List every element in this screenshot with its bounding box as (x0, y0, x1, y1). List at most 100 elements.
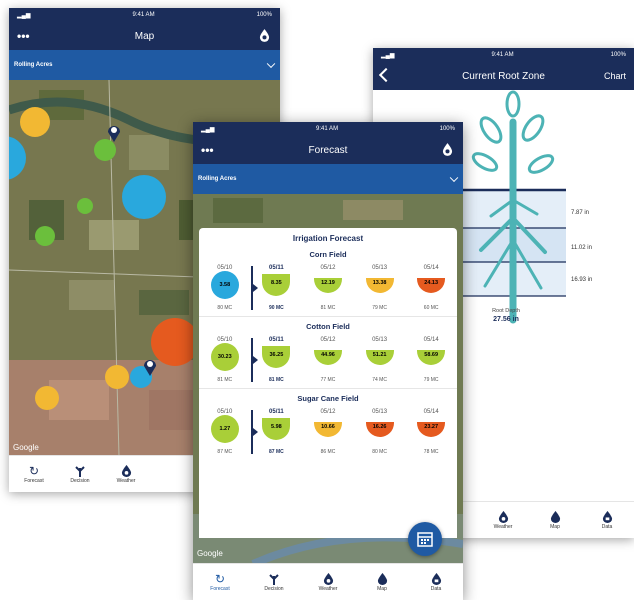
moisture-row: 87 MC 87 MC 86 MC 80 MC 78 MC (199, 449, 457, 455)
drop-logo-icon[interactable] (442, 143, 453, 156)
field-name: Cotton Field (306, 322, 350, 331)
forecast-date: 05/11 (269, 409, 284, 415)
field-circle (105, 365, 129, 389)
depletion-value[interactable]: 51.21 (365, 349, 394, 365)
depth-label-1: 7.87 in (571, 210, 590, 216)
farm-selector[interactable]: Rolling Acres (193, 164, 463, 194)
farm-name: Rolling Acres (198, 176, 237, 182)
depletion-value[interactable]: 3.58 (210, 271, 239, 299)
calendar-icon (417, 532, 433, 547)
root-depth-label: Root Depth (492, 308, 520, 314)
depletion-cell: 24.13 (405, 277, 457, 293)
signal-icon: ▂▄▆ (381, 52, 395, 59)
page-title: Map (134, 30, 155, 42)
tab-decision[interactable]: Decision (57, 465, 103, 484)
forecast-date: 05/12 (320, 409, 336, 415)
status-bar: ▂▄▆ 9:41 AM 100% (373, 48, 634, 62)
depletion-value[interactable]: 23.27 (417, 421, 446, 437)
field-circle (20, 107, 50, 137)
field-circle (94, 139, 116, 161)
depletion-value[interactable]: 8.35 (262, 274, 291, 296)
status-time: 9:41 AM (316, 126, 339, 132)
depth-label-2: 11.02 in (571, 245, 592, 251)
depletion-cell: 36.25 (250, 338, 303, 382)
depletion-value[interactable]: 5.98 (262, 418, 291, 440)
forecast-date: 05/13 (372, 337, 388, 343)
depletion-cell: 5.98 (250, 410, 303, 454)
depletion-value[interactable]: 44.96 (313, 349, 342, 365)
today-arrow-icon (252, 284, 258, 292)
more-icon[interactable]: ••• (201, 143, 214, 157)
moisture-value: 77 MC (320, 377, 336, 383)
google-attribution: Google (197, 549, 223, 558)
depletion-value[interactable]: 10.66 (313, 421, 342, 437)
farm-selector[interactable]: Rolling Acres (9, 50, 280, 80)
today-arrow-icon (252, 428, 258, 436)
forecast-date: 05/14 (423, 265, 439, 271)
moisture-value: 86 MC (320, 449, 336, 455)
calendar-fab[interactable] (408, 522, 442, 556)
depletion-cell: 13.38 (354, 277, 406, 293)
field-card[interactable]: Sugar Cane Field 05/10 05/11 05/12 05/13 05/1… (199, 392, 457, 457)
tab-weather[interactable]: Weather (480, 511, 526, 530)
depletion-value[interactable]: 1.27 (210, 415, 239, 443)
tab-bar: ↻ Forecast Decision Weather Map Data (193, 563, 463, 600)
status-bar: ▂▄▆ 9:41 AM 100% (193, 122, 463, 136)
tab-data[interactable]: Data (413, 573, 459, 592)
page-title: Current Root Zone (462, 70, 545, 82)
moisture-value: 87 MC (217, 449, 233, 455)
refresh-icon: ↻ (28, 464, 40, 478)
map-pin-icon[interactable] (143, 358, 157, 376)
depletion-value[interactable]: 24.13 (417, 277, 446, 293)
tab-weather[interactable]: Weather (305, 573, 351, 592)
depletion-cell: 12.19 (302, 277, 354, 293)
depletion-cell: 58.69 (405, 349, 457, 365)
depletion-value[interactable]: 12.19 (313, 277, 342, 293)
root-depth-value: 27.56 in (493, 316, 519, 323)
tab-map[interactable]: Map (359, 573, 405, 592)
depletion-row: 3.58 8.35 12.19 13.38 24.13 (199, 266, 457, 310)
back-icon[interactable] (378, 67, 394, 83)
depletion-value[interactable]: 36.25 (262, 346, 291, 368)
field-card[interactable]: Corn Field 05/10 05/11 05/12 05/13 05/14 3.58 8… (199, 248, 457, 313)
more-icon[interactable]: ••• (17, 29, 30, 43)
forecast-date: 05/12 (320, 337, 336, 343)
tab-forecast[interactable]: ↻ Forecast (197, 572, 243, 592)
field-card[interactable]: Cotton Field 05/10 05/11 05/12 05/13 05/14 30.… (199, 320, 457, 385)
tab-map[interactable]: Map (532, 511, 578, 530)
field-name: Sugar Cane Field (297, 394, 359, 403)
depletion-cell: 30.23 (199, 343, 251, 371)
weather-drop-icon (121, 465, 131, 477)
weather-drop-icon (498, 511, 508, 523)
field-circle (151, 318, 199, 366)
moisture-value: 80 MC (217, 305, 233, 311)
status-battery: 100% (439, 126, 455, 132)
moisture-value: 80 MC (372, 449, 387, 455)
depletion-value[interactable]: 30.23 (210, 343, 239, 371)
tab-weather[interactable]: Weather (103, 465, 149, 484)
tab-forecast[interactable]: ↻ Forecast (11, 464, 57, 484)
tab-decision[interactable]: Decision (251, 573, 297, 592)
sprinkler-icon (75, 466, 85, 477)
card-divider (199, 316, 457, 317)
tab-data[interactable]: Data (584, 511, 630, 530)
field-circle (35, 386, 59, 410)
depletion-value[interactable]: 58.69 (417, 349, 446, 365)
weather-drop-icon (323, 573, 333, 585)
depletion-cell: 1.27 (199, 415, 251, 443)
moisture-value: 79 MC (423, 377, 439, 383)
depletion-row: 1.27 5.98 10.66 16.26 23.27 (199, 410, 457, 454)
data-drop-icon (602, 511, 612, 523)
field-circle (122, 175, 166, 219)
map-pin-icon[interactable] (107, 124, 121, 142)
field-cards: Corn Field 05/10 05/11 05/12 05/13 05/14 3.58 8… (199, 248, 457, 457)
depletion-value[interactable]: 16.26 (365, 421, 394, 437)
depletion-cell: 16.26 (354, 421, 406, 437)
navbar: Current Root Zone Chart (373, 62, 634, 90)
chart-link[interactable]: Chart (604, 71, 626, 81)
depletion-value[interactable]: 13.38 (365, 277, 394, 293)
drop-logo-icon[interactable] (259, 29, 270, 42)
status-time: 9:41 AM (491, 52, 514, 58)
map-drop-icon (550, 511, 560, 523)
field-circle (35, 226, 55, 246)
